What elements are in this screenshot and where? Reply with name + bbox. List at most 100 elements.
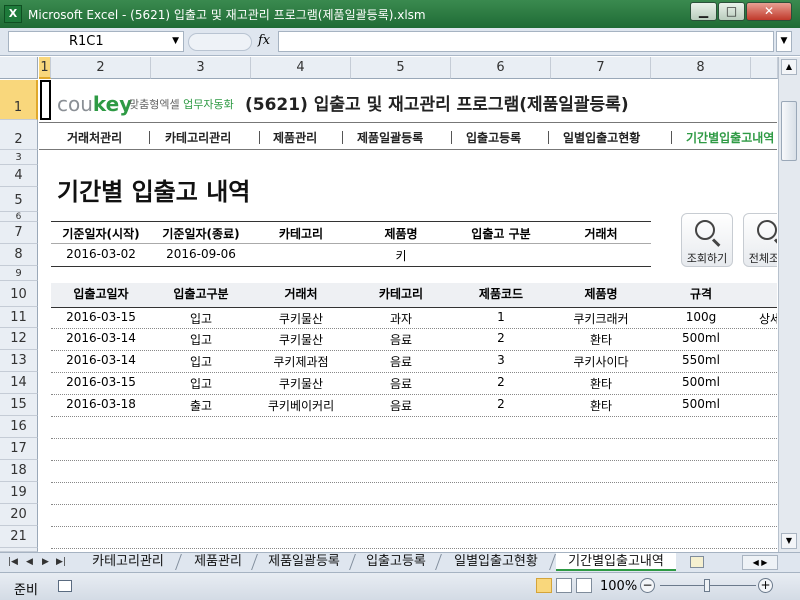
table-cell[interactable]: 환타 — [551, 331, 651, 348]
scroll-up-icon[interactable]: ▲ — [781, 59, 797, 75]
table-cell[interactable]: 입고 — [151, 310, 251, 327]
table-cell[interactable]: 100g — [651, 310, 751, 324]
excel-app-icon[interactable]: X — [4, 5, 22, 23]
row-header[interactable]: 13 — [0, 350, 38, 372]
column-header[interactable]: 8 — [651, 57, 751, 79]
row-header[interactable]: 4 — [0, 165, 38, 187]
row-header[interactable]: 7 — [0, 222, 38, 244]
table-cell[interactable]: 음료 — [351, 397, 451, 414]
zoom-out-icon[interactable]: − — [640, 578, 655, 593]
filter-end-date[interactable]: 2016-09-06 — [151, 247, 251, 261]
nav-item-period-history[interactable]: 기간별입출고내역 — [686, 129, 774, 146]
table-cell[interactable]: 쿠키제과점 — [251, 353, 351, 370]
macro-record-icon[interactable] — [58, 580, 72, 592]
nav-item-customer[interactable]: 거래처관리 — [67, 129, 122, 146]
row-header[interactable]: 2 — [0, 120, 38, 150]
scroll-down-icon[interactable]: ▼ — [781, 533, 797, 549]
row-header[interactable]: 8 — [0, 244, 38, 266]
active-cell[interactable] — [40, 80, 51, 120]
search-button[interactable]: 조회하기 — [681, 213, 733, 267]
normal-view-icon[interactable] — [536, 578, 552, 593]
table-cell[interactable]: 1 — [451, 310, 551, 324]
sheet-tab[interactable]: 입출고등록 — [358, 553, 434, 571]
first-sheet-icon[interactable]: |◀ — [8, 557, 18, 567]
page-break-view-icon[interactable] — [576, 578, 592, 593]
next-sheet-icon[interactable]: ▶ — [42, 557, 49, 567]
row-header[interactable]: 1 — [0, 80, 38, 120]
insert-function-icon[interactable]: fx — [258, 33, 270, 48]
row-header[interactable]: 12 — [0, 328, 38, 350]
table-cell[interactable]: 쿠키사이다 — [551, 353, 651, 370]
vertical-scrollbar[interactable]: ▲ ▼ — [778, 57, 800, 552]
table-cell[interactable]: 입고 — [151, 353, 251, 370]
table-cell[interactable]: 음료 — [351, 353, 451, 370]
select-all-corner[interactable] — [0, 57, 38, 79]
table-cell[interactable]: 출고 — [151, 397, 251, 414]
table-cell[interactable]: 550ml — [651, 353, 751, 367]
row-header[interactable]: 17 — [0, 438, 38, 460]
row-header[interactable]: 5 — [0, 187, 38, 212]
row-header[interactable]: 16 — [0, 416, 38, 438]
worksheet[interactable]: coukey 맞춤형엑셀 업무자동화 (5621) 입출고 및 재고관리 프로그… — [39, 80, 777, 552]
filter-start-date[interactable]: 2016-03-02 — [51, 247, 151, 261]
minimize-button[interactable]: ▁ — [690, 2, 717, 21]
sheet-tab[interactable]: 제품관리 — [184, 553, 252, 571]
table-cell[interactable]: 3 — [451, 353, 551, 367]
table-cell[interactable]: 2 — [451, 397, 551, 411]
table-cell[interactable]: 입고 — [151, 331, 251, 348]
zoom-in-icon[interactable]: + — [758, 578, 773, 593]
table-cell[interactable]: 2016-03-14 — [51, 331, 151, 345]
sheet-tab[interactable]: 카테고리관리 — [82, 553, 174, 571]
row-header[interactable]: 9 — [0, 266, 38, 281]
table-cell[interactable]: 쿠키베이커리 — [251, 397, 351, 414]
filter-product[interactable]: 키 — [351, 247, 451, 264]
maximize-button[interactable]: □ — [718, 2, 745, 21]
row-header[interactable]: 14 — [0, 372, 38, 394]
table-cell[interactable]: 500ml — [651, 375, 751, 389]
table-cell[interactable]: 음료 — [351, 331, 451, 348]
sheet-tab[interactable]: 일별입출고현황 — [444, 553, 548, 571]
column-header[interactable]: 4 — [251, 57, 351, 79]
row-header[interactable]: 6 — [0, 212, 38, 222]
column-header[interactable]: 2 — [51, 57, 151, 79]
table-cell[interactable]: 2016-03-18 — [51, 397, 151, 411]
sheet-tab-active[interactable]: 기간별입출고내역 — [556, 553, 676, 571]
column-header-partial[interactable] — [751, 57, 778, 79]
table-cell[interactable]: 환타 — [551, 375, 651, 392]
sheet-tab[interactable]: 제품일괄등록 — [260, 553, 348, 571]
zoom-slider-thumb[interactable] — [704, 579, 710, 592]
table-cell[interactable]: 2016-03-15 — [51, 375, 151, 389]
table-cell[interactable]: 쿠키물산 — [251, 331, 351, 348]
table-cell[interactable]: 쿠키물산 — [251, 375, 351, 392]
table-cell[interactable]: 2 — [451, 331, 551, 345]
table-cell[interactable]: 2016-03-14 — [51, 353, 151, 367]
table-cell[interactable]: 음료 — [351, 375, 451, 392]
formula-input[interactable] — [278, 31, 774, 52]
horizontal-scrollbar[interactable]: ◀ ▶ — [742, 555, 778, 570]
row-header[interactable]: 10 — [0, 281, 38, 307]
table-cell[interactable]: 환타 — [551, 397, 651, 414]
row-header[interactable]: 19 — [0, 482, 38, 504]
column-header[interactable]: 6 — [451, 57, 551, 79]
scroll-thumb[interactable] — [781, 101, 797, 161]
row-header[interactable]: 20 — [0, 504, 38, 526]
row-header[interactable]: 18 — [0, 460, 38, 482]
chevron-down-icon[interactable]: ▼ — [172, 32, 179, 51]
nav-item-daily-status[interactable]: 일별입출고현황 — [563, 129, 640, 146]
nav-item-category[interactable]: 카테고리관리 — [165, 129, 231, 146]
close-button[interactable]: ✕ — [746, 2, 792, 21]
zoom-level[interactable]: 100% — [600, 579, 637, 594]
row-header[interactable]: 3 — [0, 150, 38, 165]
insert-sheet-icon[interactable] — [690, 556, 704, 568]
row-header[interactable]: 21 — [0, 526, 38, 548]
last-sheet-icon[interactable]: ▶| — [56, 557, 66, 567]
expand-formula-icon[interactable]: ▼ — [776, 31, 792, 52]
row-header[interactable]: 11 — [0, 307, 38, 328]
nav-item-inout-register[interactable]: 입출고등록 — [466, 129, 521, 146]
row-header[interactable]: 15 — [0, 394, 38, 416]
page-layout-view-icon[interactable] — [556, 578, 572, 593]
table-cell[interactable]: 상세 — [751, 310, 777, 327]
name-box[interactable]: R1C1 ▼ — [8, 31, 184, 52]
table-cell[interactable]: 2016-03-15 — [51, 310, 151, 324]
column-header[interactable]: 7 — [551, 57, 651, 79]
